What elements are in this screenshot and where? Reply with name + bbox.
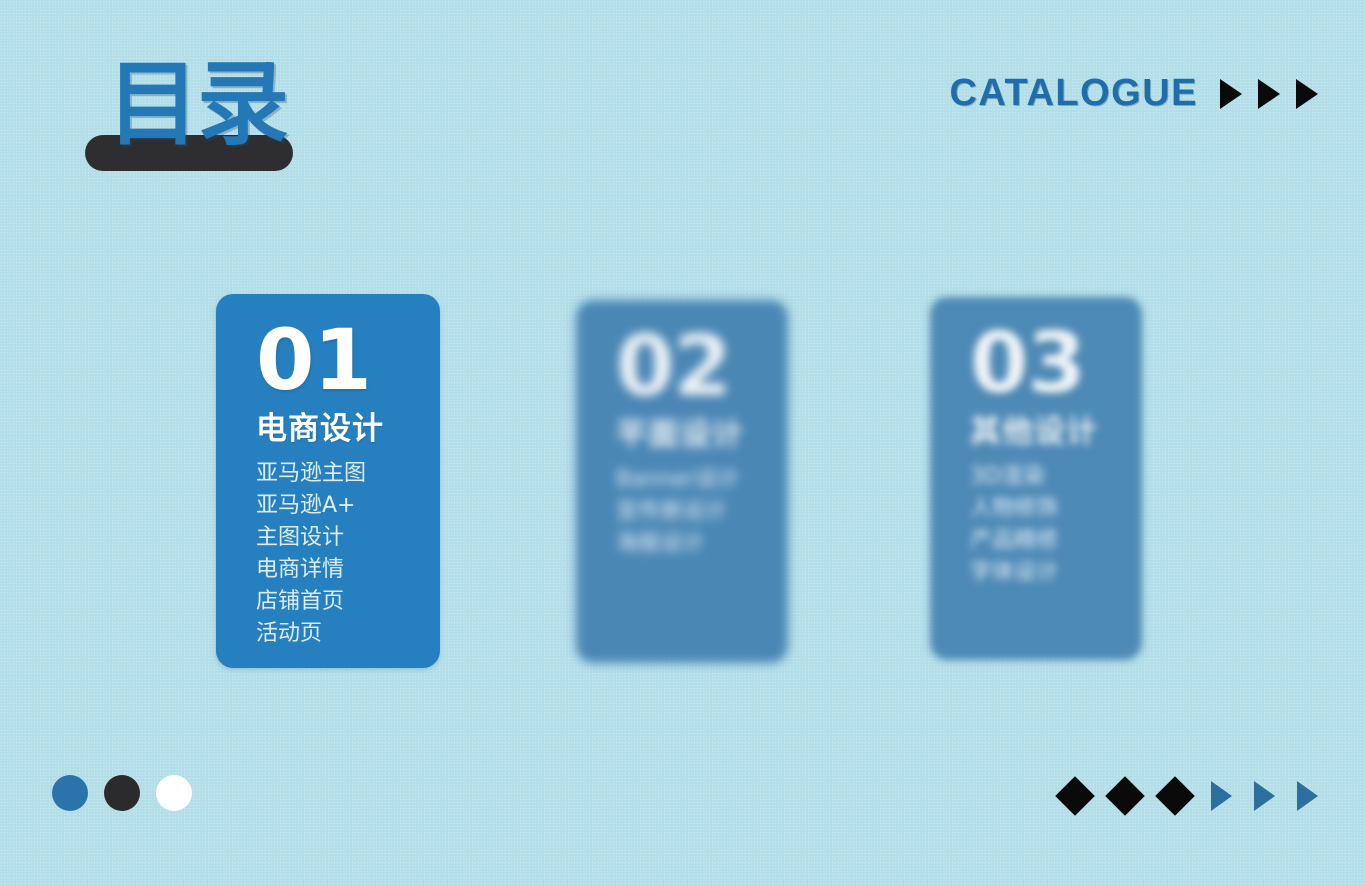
list-item[interactable]: 人物修饰 [970,493,1142,525]
circle-icon [52,775,88,811]
footer-shape-group [1055,776,1318,816]
list-item[interactable]: 字体设计 [970,557,1142,589]
card-item-list: 3D渲染 人物修饰 产品精修 字体设计 [970,461,1142,589]
card-number: 03 [970,314,1086,412]
triangle-right-icon [1254,781,1275,811]
triangle-right-icon [1211,781,1232,811]
card-heading: 电商设计 [256,411,384,447]
card-heading: 其他设计 [970,414,1098,450]
diamond-icon [1055,776,1095,816]
card-heading: 平面设计 [616,417,744,453]
slide-footer [0,745,1366,885]
footer-dot-group [52,775,192,811]
card-item-list: Banner设计 宣传册设计 海报设计 [616,464,788,560]
circle-icon [156,775,192,811]
list-item[interactable]: 产品精修 [970,525,1142,557]
card-number: 01 [256,311,372,409]
list-item[interactable]: 3D渲染 [970,461,1142,493]
list-item[interactable]: 亚马逊A+ [256,490,440,522]
diamond-icon [1155,776,1195,816]
list-item[interactable]: 店铺首页 [256,586,440,618]
catalogue-card-01[interactable]: 01 电商设计 亚马逊主图 亚马逊A+ 主图设计 电商详情 店铺首页 活动页 [216,294,440,668]
list-item[interactable]: 主图设计 [256,522,440,554]
diamond-icon [1105,776,1145,816]
card-number: 02 [616,317,732,415]
list-item[interactable]: 宣传册设计 [616,496,788,528]
list-item[interactable]: 活动页 [256,618,440,650]
catalogue-card-03[interactable]: 03 其他设计 3D渲染 人物修饰 产品精修 字体设计 [930,297,1142,660]
card-item-list: 亚马逊主图 亚马逊A+ 主图设计 电商详情 店铺首页 活动页 [256,458,440,650]
list-item[interactable]: Banner设计 [616,464,788,496]
circle-icon [104,775,140,811]
catalogue-card-02[interactable]: 02 平面设计 Banner设计 宣传册设计 海报设计 [576,300,788,663]
slide-canvas: 目录 CATALOGUE 01 电商设计 亚马逊主图 亚马逊A+ 主图设计 电商… [0,0,1366,885]
list-item[interactable]: 海报设计 [616,528,788,560]
list-item[interactable]: 亚马逊主图 [256,458,440,490]
triangle-right-icon [1297,781,1318,811]
list-item[interactable]: 电商详情 [256,554,440,586]
